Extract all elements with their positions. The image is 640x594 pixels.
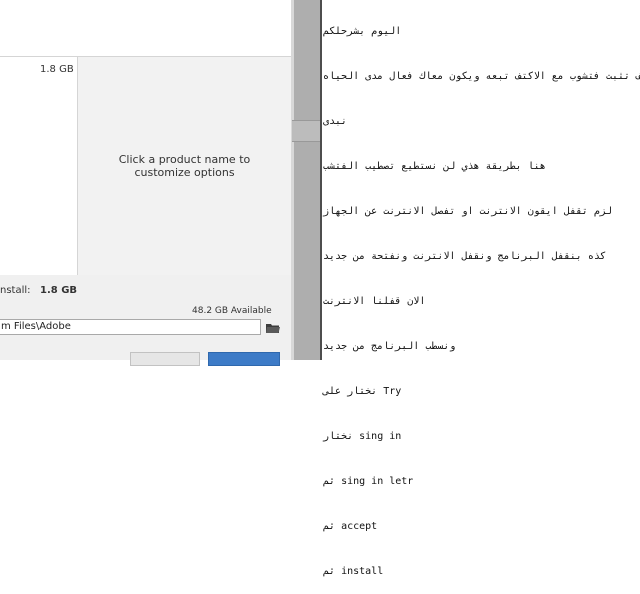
note-line: هنا بطريقة هذي لن نستطيع تصطيب الفتشب (323, 161, 546, 172)
installer-header (0, 0, 291, 57)
note-line: كذه بنقفل البرنامج ونقفل الانترنت ونفتحة… (323, 251, 606, 262)
notepad-text[interactable]: اليوم بشرحلكم كيف تثبت فتشوب مع الاكتف ت… (323, 0, 640, 594)
cancel-button[interactable] (130, 352, 200, 366)
note-line: نختار على Try (323, 386, 402, 397)
disk-available: 48.2 GB Available (192, 306, 272, 316)
folder-icon[interactable] (265, 320, 281, 334)
install-location-field[interactable]: m Files\Adobe (0, 319, 261, 335)
note-line: كيف تثبت فتشوب مع الاكتف تبعه ويكون معاك… (323, 71, 640, 82)
note-line: نبدى (323, 116, 348, 127)
installer-window: 1.8 GB Click a product name to customize… (0, 0, 292, 366)
note-line: ونسطب البرنامج من جديد (323, 341, 456, 352)
total-install-label: nstall: (0, 285, 31, 296)
note-line: اليوم بشرحلكم (323, 26, 402, 37)
note-line: لزم تقفل ايقون الانترنت او تفصل الانترنت… (323, 206, 612, 217)
total-install-size: 1.8 GB (40, 285, 78, 296)
install-button[interactable] (208, 352, 280, 366)
scrollbar-thumb[interactable] (292, 120, 320, 142)
note-line: نختار sing in (323, 431, 402, 442)
product-size: 1.8 GB (40, 64, 74, 75)
note-line: ثم accept (323, 521, 378, 532)
window-edge (291, 0, 294, 360)
desktop-background (292, 0, 320, 360)
note-line: الان قفلنا الانترنت (323, 296, 426, 307)
note-line: ثم install (323, 566, 384, 577)
detail-message: Click a product name to customize option… (118, 153, 251, 179)
note-line: ثم sing in letr (323, 476, 414, 487)
product-list[interactable] (0, 57, 78, 275)
